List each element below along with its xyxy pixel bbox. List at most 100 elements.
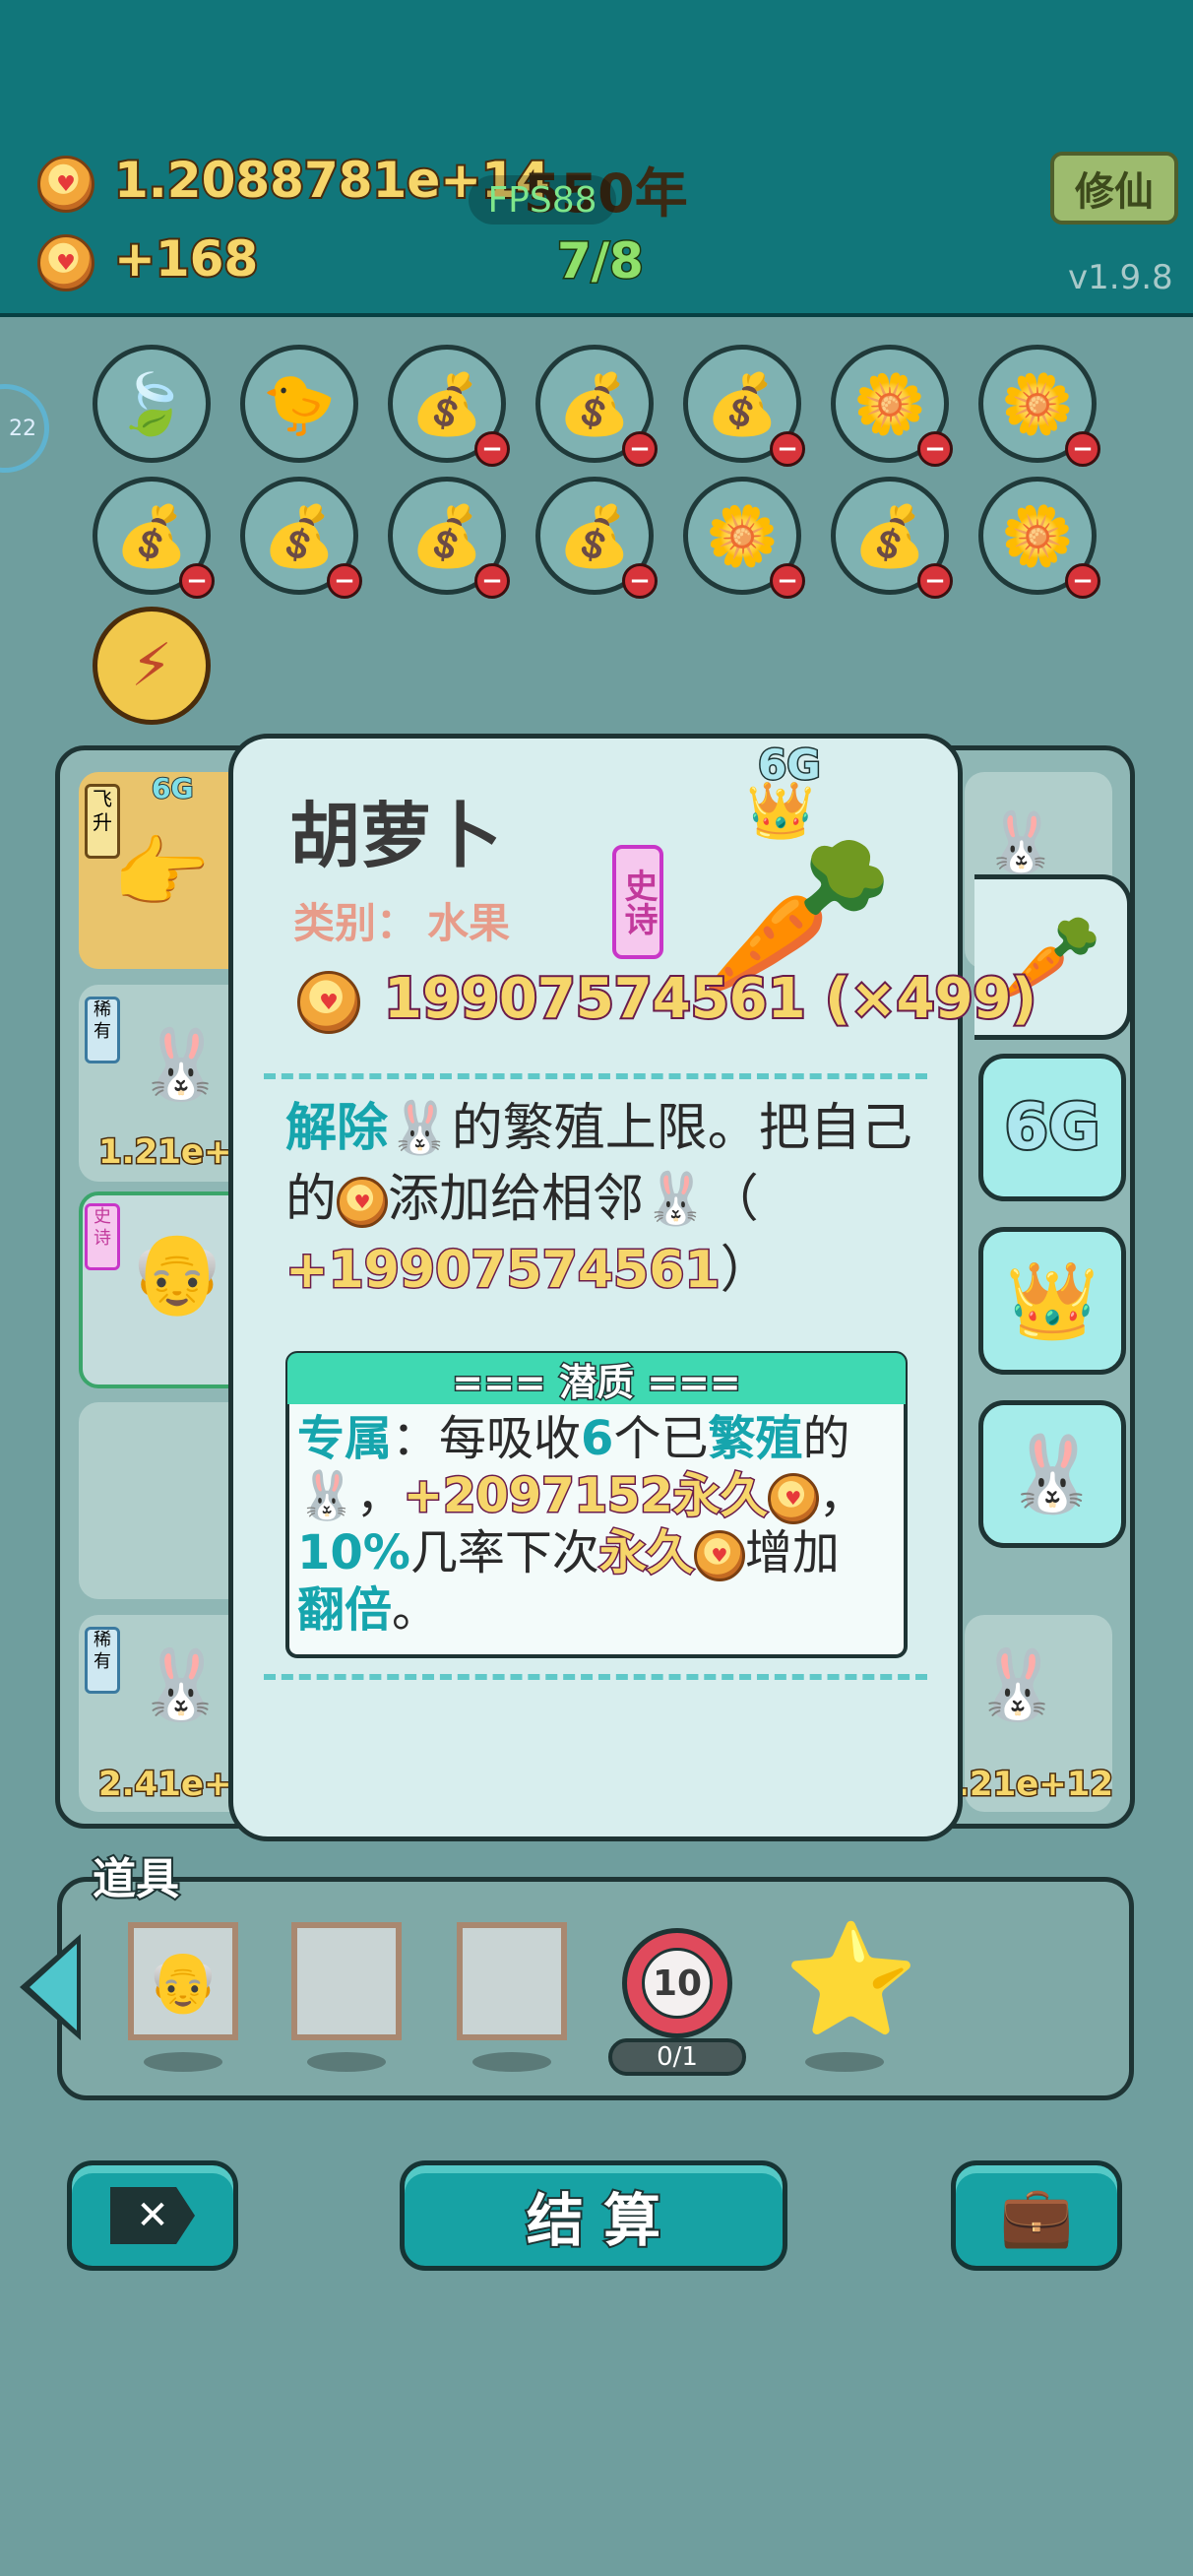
pot-double: 翻倍 <box>297 1582 393 1638</box>
pot-text3: 的 <box>802 1411 850 1466</box>
rabbit-icon: 🐰 <box>138 1644 224 1725</box>
slot-lightning[interactable]: ⚡ <box>93 607 211 725</box>
slot-chick[interactable]: 🐤 <box>240 345 358 463</box>
item-empty-1[interactable] <box>291 1922 402 2040</box>
remove-icon[interactable]: − <box>917 563 953 599</box>
desc-highlight: 解除 <box>285 1099 389 1158</box>
left-arrow-fill <box>30 1944 77 2030</box>
pot-breed: 繁殖 <box>708 1411 803 1466</box>
pointing-hand-icon: 👉 <box>112 827 211 919</box>
potential-text: 专属：每吸收6个已繁殖的 🐰，+2097152永久 ♥， 10%几率下次永久 ♥ 增加… <box>297 1410 900 1639</box>
pot-exclusive: 专属 <box>297 1411 393 1466</box>
remove-icon[interactable]: − <box>917 431 953 467</box>
timer-value: 10 <box>642 1948 713 2019</box>
farmer-icon: 👴 <box>146 1947 220 2017</box>
item-shadow <box>472 2052 551 2072</box>
divider-bottom <box>264 1674 927 1686</box>
desc-bonus: +19907574561 <box>284 1240 722 1302</box>
desc-paren-open: （ <box>707 1170 759 1229</box>
remove-icon[interactable]: − <box>770 563 805 599</box>
pot-text1: ：每吸收 <box>392 1411 582 1466</box>
remove-icon[interactable]: − <box>1065 563 1100 599</box>
version-label: v1.9.8 <box>1068 258 1173 297</box>
briefcase-icon: 💼 <box>999 2181 1074 2251</box>
coin-icon: ♥ <box>37 156 94 213</box>
lightning-icon: ⚡ <box>130 631 173 700</box>
carrot-value: 19907574561 (×499) <box>382 965 1038 1033</box>
tab-6g[interactable]: 6G <box>978 1054 1126 1201</box>
potential-header: === 潜质 === <box>287 1353 906 1405</box>
item-farmer[interactable]: 👴 <box>128 1922 238 2040</box>
pot-forever: 永久 <box>597 1524 695 1582</box>
pot-text5: 增加 <box>744 1525 840 1580</box>
rabbit-icon: 🐰 <box>644 1170 708 1229</box>
progress-counter: 7/8 <box>556 231 646 291</box>
flower-pot-icon: 🌼 <box>1000 501 1075 571</box>
rare-tag: 稀有 <box>85 997 120 1063</box>
remove-icon[interactable]: − <box>179 563 215 599</box>
rare-tag-2: 稀有 <box>85 1627 120 1694</box>
farmer-icon: 👴 <box>128 1227 226 1319</box>
tab-6g-label: 6G <box>1002 1089 1101 1166</box>
category-value: 水果 <box>427 899 511 947</box>
sack-icon: 💰 <box>557 369 632 439</box>
flower-pot-icon: 🌼 <box>1000 369 1075 439</box>
popup-title: 胡萝卜 <box>289 795 503 877</box>
epic-tag-small: 史诗 <box>85 1203 120 1270</box>
slot-leaf[interactable]: 🍃 <box>93 345 211 463</box>
pot-text2: 个已 <box>613 1411 709 1466</box>
flower-pot-icon: 🌼 <box>705 501 780 571</box>
remove-icon[interactable]: − <box>474 431 510 467</box>
sack-icon: 💰 <box>262 501 337 571</box>
pot-six: 6 <box>581 1411 614 1466</box>
remove-icon[interactable]: − <box>474 563 510 599</box>
coin-icon: ♥ <box>767 1473 819 1524</box>
sack-icon: 💰 <box>557 501 632 571</box>
remove-icon[interactable]: − <box>622 563 658 599</box>
coin-icon: ♥ <box>337 1177 389 1228</box>
tab-rabbit[interactable]: 🐰 <box>978 1400 1126 1548</box>
briefcase-button[interactable]: 💼 <box>951 2160 1122 2271</box>
right-rabbit-value: .21e+12 <box>955 1764 1114 1806</box>
star-icon[interactable]: ⭐ <box>784 1920 918 2038</box>
timer-item[interactable]: 10 <box>622 1928 732 2038</box>
feisheng-6g-badge: 6G <box>151 771 194 805</box>
sack-icon: 💰 <box>705 369 780 439</box>
rabbit-value-2: 2.41e+ <box>96 1764 232 1806</box>
items-title: 道具 <box>91 1852 181 1906</box>
tab-crown[interactable]: 👑 <box>978 1227 1126 1375</box>
rabbit-icon: 🐰 <box>388 1099 452 1158</box>
remove-icon[interactable]: − <box>622 431 658 467</box>
item-shadow <box>144 2052 222 2072</box>
item-shadow <box>805 2052 884 2072</box>
item-empty-2[interactable] <box>457 1922 567 2040</box>
remove-icon[interactable]: − <box>770 431 805 467</box>
side-button-label: 22 <box>9 416 36 441</box>
leaf-coin-icon: 🍃 <box>114 369 189 439</box>
rabbit-icon: 🐰 <box>1005 1430 1099 1517</box>
pot-comma2: ， <box>818 1468 866 1523</box>
close-button[interactable]: ✕ <box>67 2160 238 2271</box>
coin-icon: ♥ <box>297 971 360 1034</box>
pot-percent: 10% <box>297 1525 410 1580</box>
rabbit-value: 1.21e+ <box>96 1131 232 1174</box>
crown-icon: 👑 <box>1005 1256 1099 1344</box>
chick-egg-icon: 🐤 <box>262 369 337 439</box>
settle-button[interactable]: 结 算 <box>400 2160 787 2271</box>
epic-tag-label: 史诗 <box>618 869 658 935</box>
remove-icon[interactable]: − <box>327 563 362 599</box>
sack-icon: 💰 <box>409 501 484 571</box>
xiuxian-button[interactable]: 修仙 <box>1050 152 1178 225</box>
sack-icon: 💰 <box>852 501 927 571</box>
desc-text-2: 添加给相邻 <box>388 1170 645 1229</box>
close-x-icon: ✕ <box>110 2187 195 2244</box>
description: 解除🐰的繁殖上限。把自己的 ♥ 添加给相邻🐰（ +19907574561） <box>284 1093 915 1306</box>
remove-icon[interactable]: − <box>1065 431 1100 467</box>
settle-label: 结 算 <box>525 2185 662 2256</box>
epic-rarity-tag: 史诗 <box>612 845 663 959</box>
flower-pot-icon: 🌼 <box>852 369 927 439</box>
pot-end: 。 <box>392 1582 440 1638</box>
divider <box>264 1073 927 1085</box>
rabbit-icon: 🐰 <box>974 1644 1061 1725</box>
desc-paren-close: ） <box>720 1241 772 1300</box>
